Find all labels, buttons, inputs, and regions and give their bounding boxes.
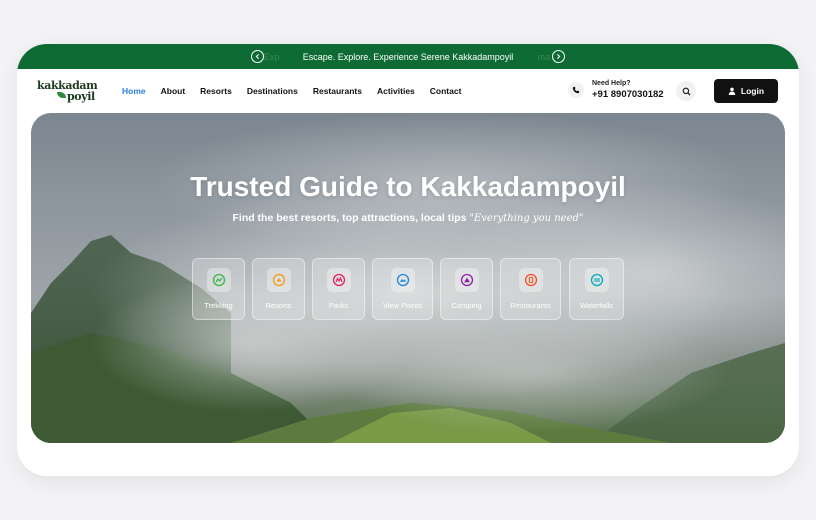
announcement-bar: Exp Escape. Explore. Experience Serene K… bbox=[17, 44, 799, 69]
chevron-right-icon bbox=[557, 54, 561, 59]
category-waterfalls[interactable]: Waterfalls bbox=[569, 258, 624, 320]
main-navbar: kakkadam poyil Home About Resorts Destin… bbox=[17, 69, 799, 113]
category-camping[interactable]: Camping bbox=[440, 258, 493, 320]
nav-about[interactable]: About bbox=[161, 86, 186, 96]
category-parks[interactable]: Parks bbox=[312, 258, 365, 320]
nav-destinations[interactable]: Destinations bbox=[247, 86, 298, 96]
category-restaurants[interactable]: Restaurants bbox=[500, 258, 561, 320]
category-label: View Points bbox=[382, 301, 423, 310]
announcement-ghost-left: Exp bbox=[264, 51, 280, 62]
leaf-icon bbox=[57, 92, 66, 98]
logo-line2: poyil bbox=[67, 90, 95, 103]
category-view-points[interactable]: View Points bbox=[372, 258, 433, 320]
announcement-ticker: Exp Escape. Explore. Experience Serene K… bbox=[264, 51, 550, 62]
trekking-icon bbox=[212, 273, 225, 287]
camping-icon bbox=[460, 273, 473, 287]
login-button[interactable]: Login bbox=[714, 79, 778, 103]
site-logo[interactable]: kakkadam poyil bbox=[37, 79, 98, 105]
nav-contact[interactable]: Contact bbox=[430, 86, 462, 96]
category-resorts[interactable]: Resorts bbox=[252, 258, 305, 320]
viewpoint-icon bbox=[396, 273, 409, 287]
restaurant-icon bbox=[524, 273, 537, 287]
waterfall-icon bbox=[590, 273, 603, 287]
announcement-text: Escape. Explore. Experience Serene Kakka… bbox=[302, 51, 514, 62]
category-label: Parks bbox=[328, 301, 349, 310]
category-trekking[interactable]: Trekking bbox=[192, 258, 245, 320]
chevron-left-icon bbox=[255, 54, 259, 59]
category-label: Trekking bbox=[204, 301, 233, 310]
next-announcement-button[interactable] bbox=[552, 50, 565, 63]
category-label: Waterfalls bbox=[579, 301, 614, 310]
nav-resorts[interactable]: Resorts bbox=[200, 86, 232, 96]
search-icon bbox=[682, 87, 691, 96]
nav-restaurants[interactable]: Restaurants bbox=[313, 86, 362, 96]
category-label: Camping bbox=[451, 301, 482, 310]
nav-menu: Home About Resorts Destinations Restaura… bbox=[122, 69, 461, 113]
hero-subtitle: Find the best resorts, top attractions, … bbox=[31, 212, 785, 224]
phone-icon bbox=[568, 82, 584, 98]
category-label: Restaurants bbox=[510, 301, 551, 310]
resort-icon bbox=[272, 273, 285, 287]
login-label: Login bbox=[740, 86, 765, 96]
hero-section: Trusted Guide to Kakkadampoyil Find the … bbox=[31, 113, 785, 443]
browser-frame: Exp Escape. Explore. Experience Serene K… bbox=[17, 44, 799, 476]
hero-subtitle-text: Find the best resorts, top attractions, … bbox=[232, 212, 467, 224]
help-contact[interactable]: Need Help? +91 8907030182 bbox=[568, 80, 664, 100]
nav-activities[interactable]: Activities bbox=[377, 86, 415, 96]
help-label: Need Help? bbox=[592, 80, 631, 87]
nav-home[interactable]: Home bbox=[122, 86, 146, 96]
search-button[interactable] bbox=[676, 81, 696, 101]
announcement-ghost-right: ma bbox=[537, 51, 550, 62]
hero-title: Trusted Guide to Kakkadampoyil bbox=[190, 171, 626, 202]
help-phone: +91 8907030182 bbox=[592, 89, 664, 100]
prev-announcement-button[interactable] bbox=[251, 50, 264, 63]
park-icon bbox=[332, 273, 345, 287]
category-label: Resorts bbox=[265, 301, 292, 310]
hero-quote: "Everything you need" bbox=[469, 213, 584, 224]
user-icon bbox=[728, 87, 736, 95]
